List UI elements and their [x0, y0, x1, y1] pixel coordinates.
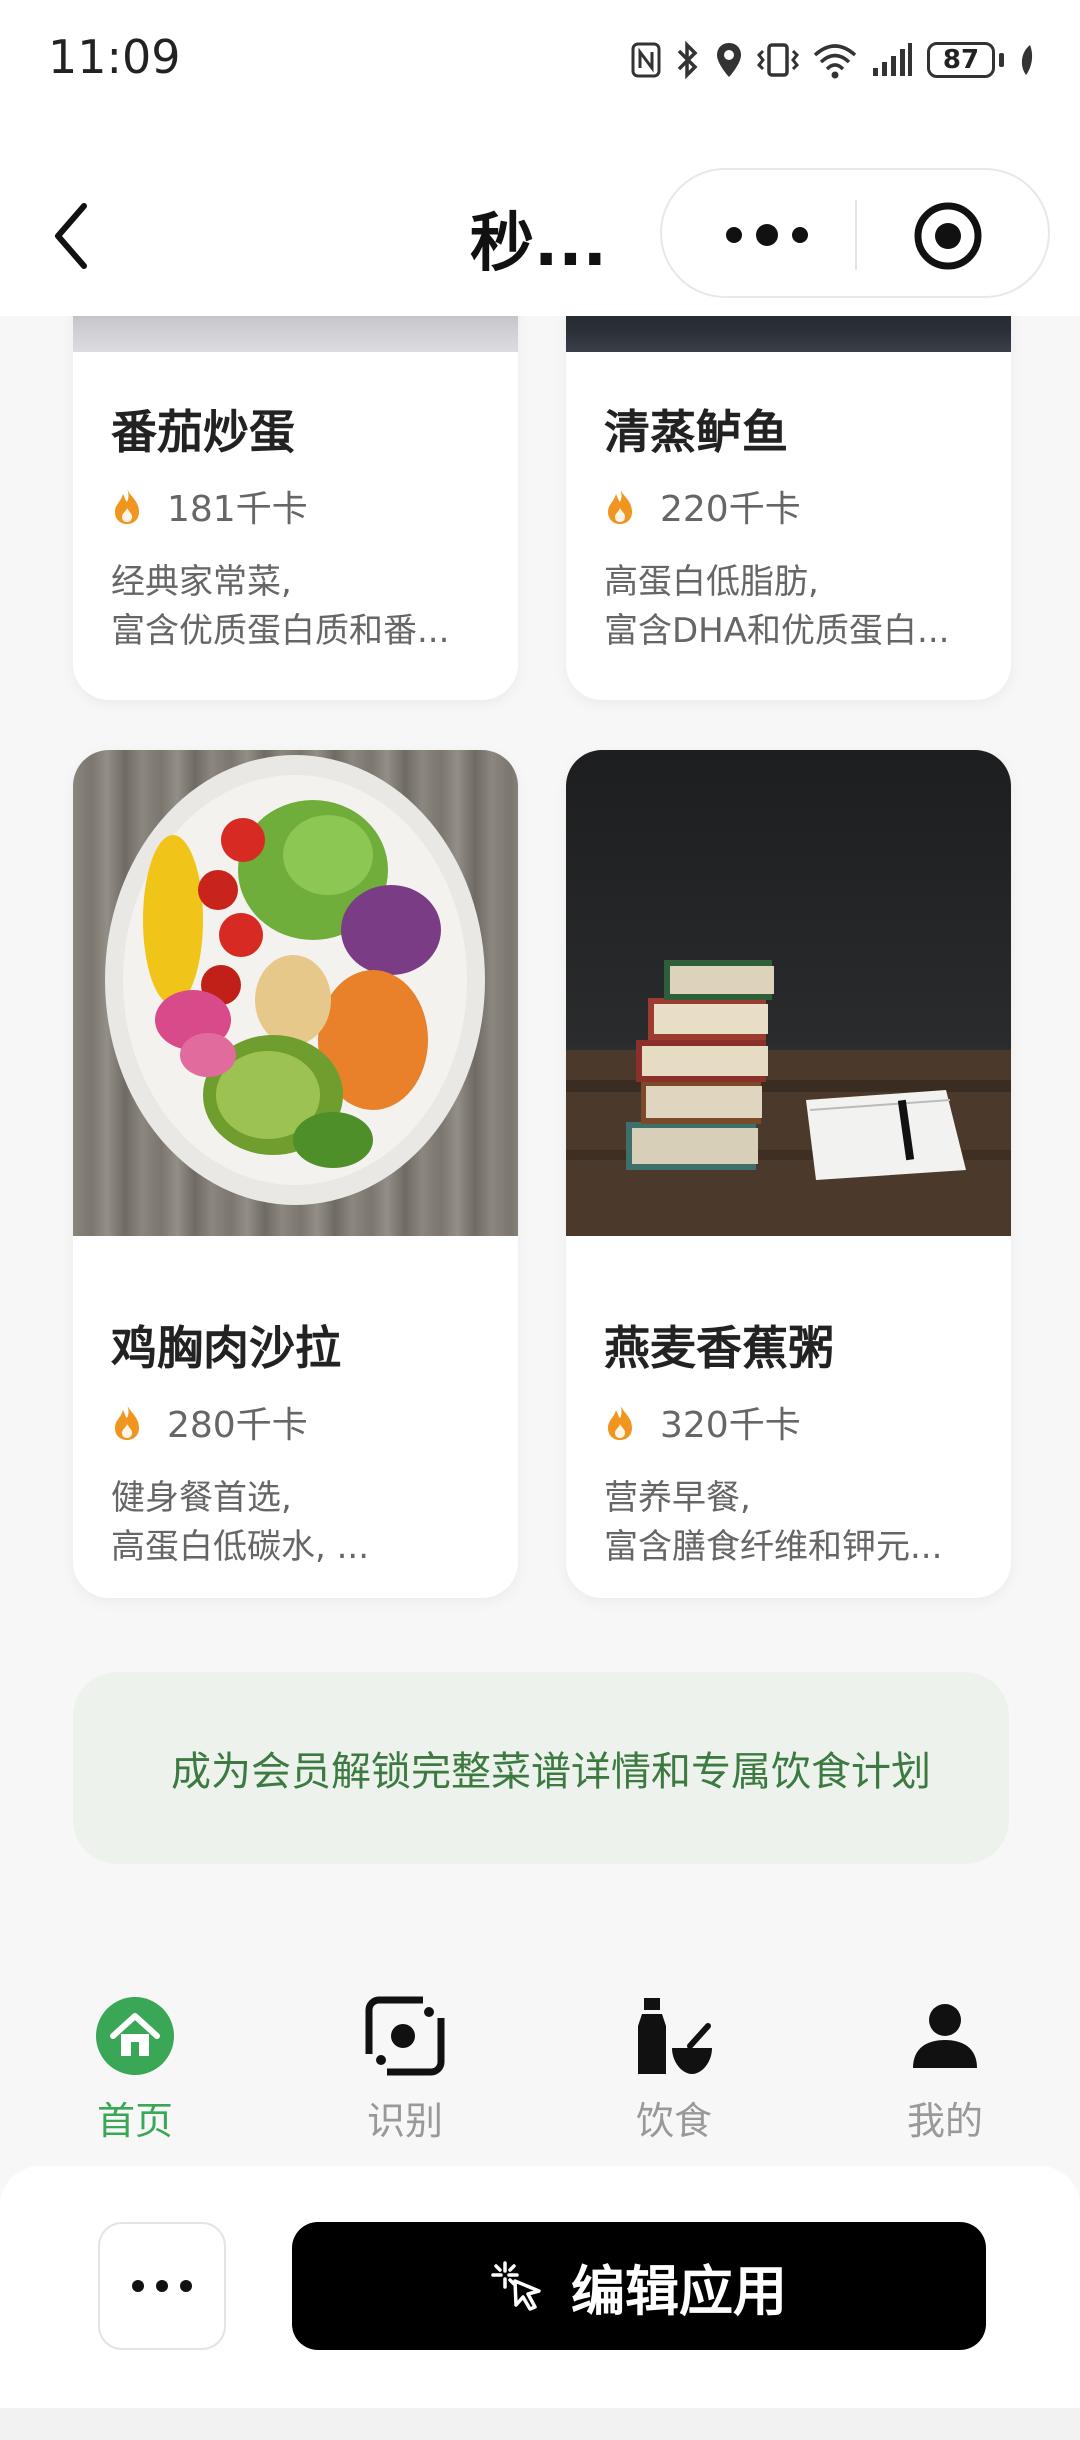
- bottle-bowl-icon: [638, 1998, 712, 2074]
- tab-diet[interactable]: 饮食: [574, 1996, 774, 2146]
- nav-bar: 秒...: [0, 120, 1080, 316]
- description-line-2: 富含膳食纤维和钾元...: [604, 1527, 943, 1567]
- description-line-1: 健身餐首选,: [111, 1478, 292, 1518]
- salad-bowl-picture: [105, 755, 485, 1205]
- tab-home[interactable]: 首页: [35, 1996, 235, 2146]
- tab-label: 饮食: [635, 2099, 712, 2143]
- battery-level: 87: [927, 42, 995, 78]
- flame-icon: [115, 488, 139, 524]
- description-line-1: 经典家常菜,: [111, 562, 292, 602]
- recipe-name: 燕麦香蕉粥: [604, 1321, 834, 1375]
- status-icons: 87: [631, 36, 1036, 84]
- content-scroll[interactable]: 番茄炒蛋 181千卡 经典家常菜, 富含优质蛋白质和番... 清蒸鲈鱼 220千…: [0, 316, 1080, 1956]
- recipe-description: 健身餐首选, 高蛋白低碳水, ...: [111, 1474, 491, 1572]
- home-icon: [96, 1997, 174, 2075]
- status-bar: 11:09 87: [0, 0, 1080, 120]
- back-button[interactable]: [44, 196, 104, 276]
- description-line-1: 营养早餐,: [604, 1478, 751, 1518]
- recipe-card[interactable]: 鸡胸肉沙拉 280千卡 健身餐首选, 高蛋白低碳水, ...: [73, 750, 518, 1598]
- recipe-calories: 220千卡: [604, 483, 801, 530]
- calories-text: 181千卡: [167, 489, 308, 530]
- bottom-sheet: 编辑应用: [0, 2166, 1080, 2440]
- person-icon: [913, 2004, 977, 2068]
- calories-text: 220千卡: [660, 489, 801, 530]
- recipe-description: 经典家常菜, 富含优质蛋白质和番...: [111, 558, 491, 656]
- tab-label: 识别: [366, 2099, 443, 2143]
- edit-app-button[interactable]: 编辑应用: [292, 2222, 986, 2350]
- member-banner[interactable]: 成为会员解锁完整菜谱详情和专属饮食计划: [73, 1672, 1009, 1864]
- status-time: 11:09: [48, 30, 181, 84]
- recipe-calories: 320千卡: [604, 1399, 801, 1446]
- sparkle-cursor-icon: [491, 2261, 541, 2311]
- recipe-calories: 181千卡: [111, 483, 308, 530]
- description-line-2: 富含优质蛋白质和番...: [111, 611, 450, 651]
- chevron-left-icon: [55, 203, 87, 269]
- books-notebook-picture: [566, 960, 1011, 1236]
- recipe-calories: 280千卡: [111, 1399, 308, 1446]
- recipe-image: [566, 316, 1011, 352]
- description-line-2: 富含DHA和优质蛋白...: [604, 611, 950, 651]
- recipe-name: 清蒸鲈鱼: [604, 405, 788, 459]
- scan-icon: [365, 1996, 445, 2076]
- flame-icon: [115, 1404, 139, 1440]
- screen: 11:09 87 秒... 番茄炒蛋 181千卡 经典家常菜, 富含优质蛋白质和…: [0, 0, 1080, 2440]
- wifi-icon: [813, 44, 857, 79]
- signal-icon: [873, 43, 912, 76]
- recipe-name: 番茄炒蛋: [111, 405, 295, 459]
- home-indicator: [0, 2408, 1080, 2440]
- recipe-name: 鸡胸肉沙拉: [111, 1321, 341, 1375]
- battery-icon: 87: [927, 42, 1004, 78]
- flame-icon: [608, 1404, 632, 1440]
- nfc-icon: [631, 42, 661, 78]
- tab-label: 首页: [96, 2099, 173, 2143]
- tab-mine[interactable]: 我的: [845, 1996, 1045, 2146]
- recipe-card[interactable]: 番茄炒蛋 181千卡 经典家常菜, 富含优质蛋白质和番...: [73, 316, 518, 700]
- leaf-icon: [1021, 45, 1033, 75]
- flame-icon: [608, 488, 632, 524]
- target-close-icon: [914, 202, 982, 270]
- more-dots-icon: [726, 224, 808, 246]
- recipe-card[interactable]: 清蒸鲈鱼 220千卡 高蛋白低脂肪, 富含DHA和优质蛋白...: [566, 316, 1011, 700]
- calories-text: 320千卡: [660, 1405, 801, 1446]
- description-line-1: 高蛋白低脂肪,: [604, 562, 819, 602]
- page-title: 秒...: [470, 207, 607, 281]
- location-icon: [717, 43, 741, 77]
- tab-bar: 首页 识别 饮食 我的: [0, 1956, 1080, 2156]
- description-line-2: 高蛋白低碳水, ...: [111, 1527, 370, 1567]
- bluetooth-icon: [677, 41, 698, 79]
- tab-label: 我的: [906, 2099, 983, 2143]
- calories-text: 280千卡: [167, 1405, 308, 1446]
- capsule-divider: [855, 200, 857, 270]
- vibrate-icon: [757, 43, 799, 77]
- recipe-image: [73, 316, 518, 352]
- capsule-close-button[interactable]: [912, 200, 984, 272]
- recipe-description: 高蛋白低脂肪, 富含DHA和优质蛋白...: [604, 558, 984, 656]
- mini-program-capsule: [660, 168, 1050, 298]
- member-banner-text: 成为会员解锁完整菜谱详情和专属饮食计划: [171, 1749, 931, 1795]
- sheet-more-button[interactable]: [98, 2222, 226, 2350]
- recipe-card[interactable]: 燕麦香蕉粥 320千卡 营养早餐, 富含膳食纤维和钾元...: [566, 750, 1011, 1598]
- capsule-more-button[interactable]: [712, 210, 822, 260]
- more-dots-icon: [132, 2280, 192, 2292]
- recipe-image: [566, 750, 1011, 1236]
- edit-app-label: 编辑应用: [571, 2259, 787, 2323]
- recipe-image: [73, 750, 518, 1236]
- recipe-description: 营养早餐, 富含膳食纤维和钾元...: [604, 1474, 984, 1572]
- tab-recognize[interactable]: 识别: [305, 1996, 505, 2146]
